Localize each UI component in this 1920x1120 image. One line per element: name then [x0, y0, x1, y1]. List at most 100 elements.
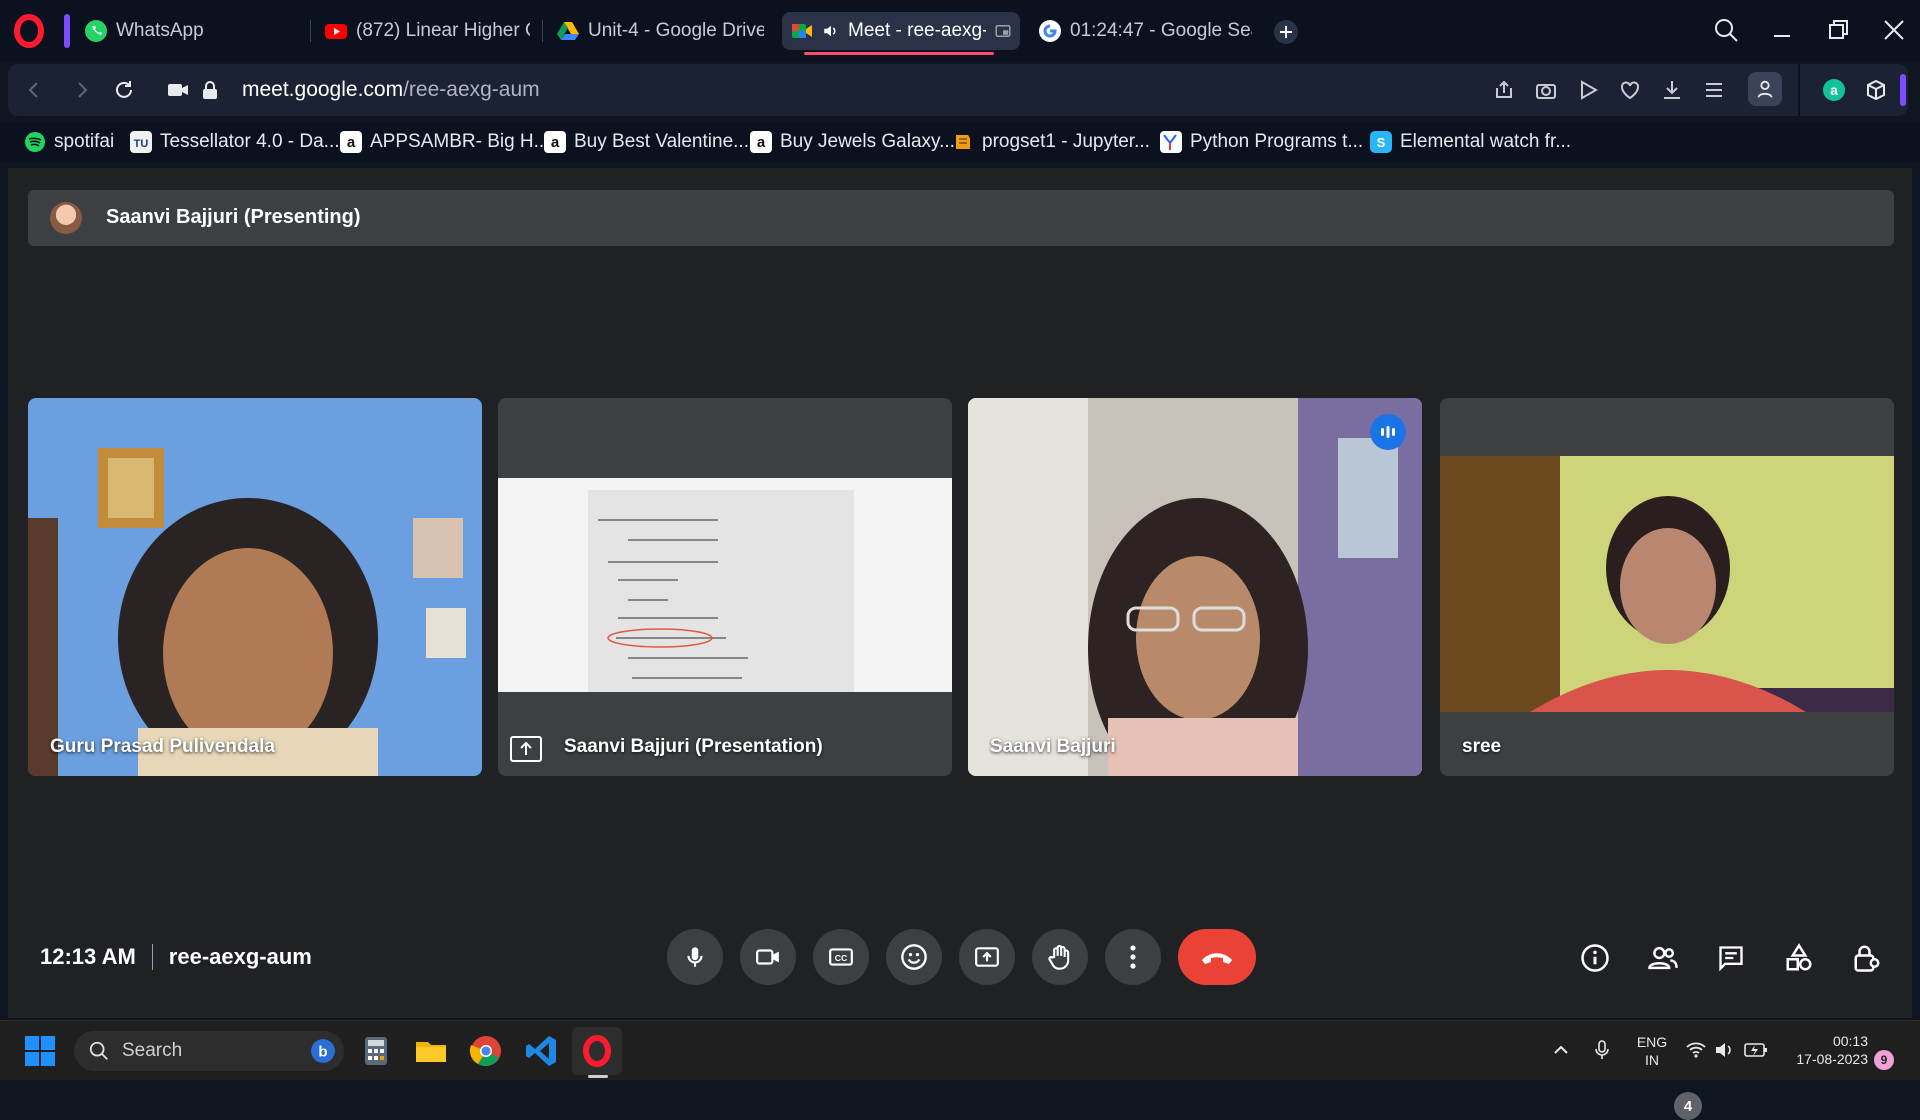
meeting-info: 12:13 AM ree-aexg-aum [40, 944, 312, 970]
notification-badge[interactable]: 9 [1874, 1050, 1894, 1070]
camera-in-use-icon[interactable] [166, 78, 190, 102]
reactions-button[interactable] [886, 929, 942, 985]
url-field[interactable]: meet.google.com/ree-aexg-aum [242, 78, 540, 102]
bookmark-item[interactable]: a Buy Jewels Galaxy... [750, 128, 955, 156]
download-icon[interactable] [1660, 78, 1684, 102]
meeting-details-button[interactable] [1578, 941, 1612, 975]
tab-title: 01:24:47 - Google Searc [1070, 20, 1252, 41]
bookmark-label: Elemental watch fr... [1400, 131, 1572, 152]
tab-google-search[interactable]: 01:24:47 - Google Searc [1030, 12, 1260, 50]
search-tabs-icon[interactable] [1712, 16, 1740, 44]
people-icon [1648, 946, 1678, 970]
divider [151, 944, 153, 970]
participant-tile[interactable]: Guru Prasad Pulivendala [28, 398, 482, 776]
bookmark-label: Buy Jewels Galaxy... [780, 131, 955, 152]
bookmark-item[interactable]: Python Programs t... [1160, 128, 1363, 156]
raise-hand-button[interactable] [1032, 929, 1088, 985]
close-window-icon[interactable] [1880, 16, 1908, 44]
chevron-up-icon[interactable] [1552, 1041, 1570, 1059]
bing-icon[interactable]: b [310, 1038, 336, 1064]
tab-title: WhatsApp [116, 20, 204, 41]
bookmark-item[interactable]: spotifai [24, 128, 114, 156]
closed-captions-icon: CC [829, 948, 853, 966]
share-icon[interactable] [1492, 78, 1516, 102]
bookmark-item[interactable]: a APPSAMBR- Big H... [340, 128, 550, 156]
participant-tile[interactable]: sree [1440, 398, 1894, 776]
clock[interactable]: 00:13 17-08-2023 [1780, 1032, 1868, 1068]
url-path: /ree-aexg-aum [403, 78, 540, 101]
tab-google-meet[interactable]: Meet - ree-aexg-a [782, 12, 1020, 50]
taskbar-search[interactable]: Search b [74, 1031, 344, 1071]
bookmark-item[interactable]: progset1 - Jupyter... [952, 128, 1150, 156]
toolbar-divider [1798, 64, 1800, 116]
presenting-banner[interactable]: Saanvi Bajjuri (Presenting) [28, 190, 1894, 246]
shared-document-image [588, 490, 854, 692]
lock-icon[interactable] [198, 78, 222, 102]
shared-screen [498, 478, 952, 692]
forward-icon[interactable] [70, 78, 94, 102]
minimize-icon[interactable] [1768, 16, 1796, 44]
file-explorer-icon[interactable] [413, 1033, 449, 1069]
extensions-cube-icon[interactable] [1864, 78, 1888, 102]
heart-icon[interactable] [1618, 78, 1642, 102]
search-label: Search [122, 1040, 183, 1061]
picture-in-picture-icon[interactable] [994, 22, 1012, 40]
chat-button[interactable] [1714, 941, 1748, 975]
wifi-icon[interactable] [1686, 1041, 1706, 1059]
tab-youtube[interactable]: (872) Linear Higher Ord [316, 12, 538, 50]
captions-button[interactable]: CC [813, 929, 869, 985]
google-icon [1039, 20, 1061, 42]
volume-icon[interactable] [1714, 1040, 1734, 1060]
host-controls-button[interactable] [1850, 941, 1884, 975]
back-icon[interactable] [22, 78, 46, 102]
bookmark-label: APPSAMBR- Big H... [370, 131, 550, 152]
bookmark-item[interactable]: TU Tessellator 4.0 - Da... [130, 128, 340, 156]
leave-call-button[interactable] [1178, 929, 1256, 985]
aria-icon[interactable]: a [1822, 78, 1846, 102]
svg-text:S: S [1377, 135, 1386, 150]
microphone-button[interactable] [667, 929, 723, 985]
opera-logo-icon[interactable] [14, 14, 44, 48]
bookmarks-bar: spotifai TU Tessellator 4.0 - Da... a AP… [0, 122, 1920, 162]
battery-icon[interactable] [1744, 1041, 1768, 1059]
spotify-icon [25, 132, 45, 152]
activities-button[interactable] [1782, 941, 1816, 975]
easy-setup-icon[interactable] [1702, 78, 1726, 102]
hand-icon [1048, 944, 1070, 970]
bookmark-item[interactable]: a Buy Best Valentine... [544, 128, 749, 156]
windows-start-icon[interactable] [22, 1033, 58, 1069]
profile-button[interactable] [1748, 72, 1782, 106]
youtube-icon [325, 24, 347, 39]
camera-button[interactable] [740, 929, 796, 985]
clock-time: 00:13 [1832, 1033, 1868, 1049]
new-tab-button[interactable] [1274, 20, 1298, 44]
tab-google-drive[interactable]: Unit-4 - Google Drive [548, 12, 772, 50]
opera-taskbar-icon[interactable] [579, 1033, 615, 1069]
reload-icon[interactable] [112, 78, 136, 102]
video-camera-icon [756, 949, 779, 965]
present-now-button[interactable] [959, 929, 1015, 985]
tab-title: Meet - ree-aexg-a [848, 20, 986, 41]
svg-text:a: a [1830, 82, 1838, 98]
speaker-icon[interactable] [822, 22, 840, 40]
python-site-icon [1160, 131, 1182, 153]
restore-icon[interactable] [1824, 16, 1852, 44]
handwritten-notes-image [598, 519, 748, 679]
microphone-tray-icon[interactable] [1592, 1039, 1612, 1061]
snapshot-icon[interactable] [1534, 78, 1558, 102]
calculator-icon[interactable] [358, 1033, 394, 1069]
vscode-icon[interactable] [523, 1033, 559, 1069]
svg-text:b: b [318, 1043, 327, 1060]
participant-tile-speaking[interactable]: Saanvi Bajjuri [968, 398, 1422, 776]
microphone-icon [687, 947, 703, 967]
people-button[interactable] [1646, 941, 1680, 975]
more-options-button[interactable] [1105, 929, 1161, 985]
meet-main: Saanvi Bajjuri (Presenting) Guru Prasad … [8, 168, 1912, 1120]
language-indicator[interactable]: ENG IN [1630, 1033, 1674, 1069]
google-drive-icon [557, 22, 579, 40]
tab-whatsapp[interactable]: WhatsApp [76, 12, 306, 50]
bookmark-item[interactable]: S Elemental watch fr... [1370, 128, 1571, 156]
flow-icon[interactable] [1576, 78, 1600, 102]
chrome-icon[interactable] [468, 1033, 504, 1069]
presentation-tile[interactable]: Saanvi Bajjuri (Presentation) [498, 398, 952, 776]
